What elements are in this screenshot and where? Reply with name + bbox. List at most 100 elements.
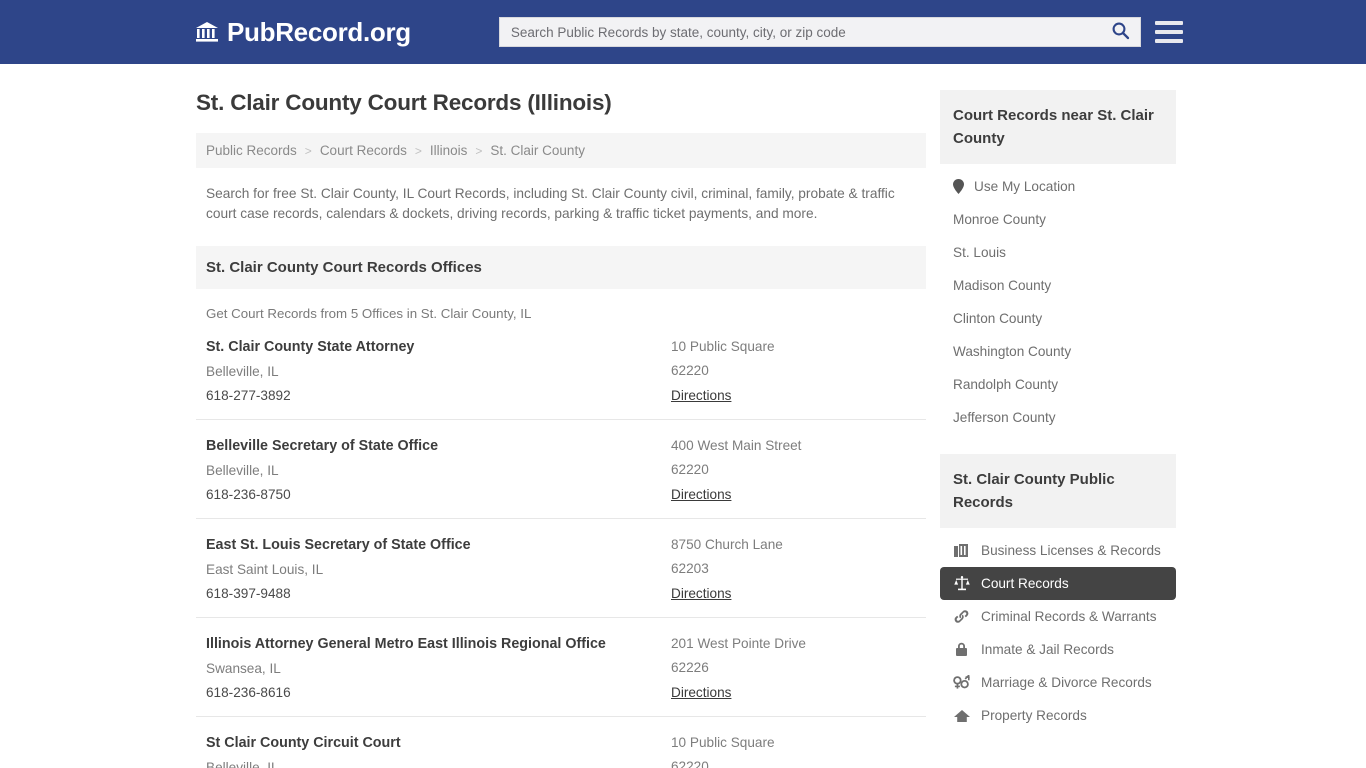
sidebar-item-label: Madison County [953,278,1051,293]
sidebar-item-label: Marriage & Divorce Records [981,675,1152,690]
search-box[interactable] [499,17,1141,47]
sidebar: Court Records near St. Clair County Use … [940,90,1176,768]
office-name[interactable]: East St. Louis Secretary of State Office [206,537,671,553]
sidebar-item-label: Property Records [981,708,1087,723]
office-city: Belleville, IL [206,760,671,768]
office-address: 10 Public Square [671,735,916,750]
breadcrumb-item-st-clair-county[interactable]: St. Clair County [490,143,585,158]
sidebar-item-monroe-county[interactable]: Monroe County [940,203,1176,236]
breadcrumb-item-illinois[interactable]: Illinois [430,143,468,158]
office-zip: 62226 [671,660,916,675]
office-zip: 62220 [671,462,916,477]
office-zip: 62220 [671,363,916,378]
sidebar-item-label: St. Louis [953,245,1006,260]
sidebar-item-randolph-county[interactable]: Randolph County [940,368,1176,401]
office-name[interactable]: St. Clair County State Attorney [206,339,671,355]
office-city: Belleville, IL [206,364,671,379]
briefcase-icon [953,543,970,558]
hamburger-bar [1155,39,1183,43]
sidebar-public-records-heading: St. Clair County Public Records [940,454,1176,528]
bank-icon [195,21,219,43]
office-zip: 62203 [671,561,916,576]
sidebar-item-label: Court Records [981,576,1069,591]
offices-subtitle: Get Court Records from 5 Offices in St. … [196,289,926,321]
office-name[interactable]: St Clair County Circuit Court [206,735,671,751]
office-phone[interactable]: 618-397-9488 [206,586,671,601]
directions-link[interactable]: Directions [671,685,731,700]
site-logo-text: PubRecord.org [227,17,411,48]
table-row: St. Clair County State Attorney Bellevil… [196,321,926,420]
directions-link[interactable]: Directions [671,487,731,502]
sidebar-item-jefferson-county[interactable]: Jefferson County [940,401,1176,434]
sidebar-item-court-records[interactable]: Court Records [940,567,1176,600]
breadcrumb-separator-icon: > [415,144,422,158]
intro-paragraph: Search for free St. Clair County, IL Cou… [196,168,922,224]
office-details: Belleville Secretary of State Office Bel… [206,438,671,504]
sidebar-item-madison-county[interactable]: Madison County [940,269,1176,302]
sidebar-item-business-licenses[interactable]: Business Licenses & Records [940,534,1176,567]
table-row: East St. Louis Secretary of State Office… [196,519,926,618]
office-details: St. Clair County State Attorney Bellevil… [206,339,671,405]
office-name[interactable]: Belleville Secretary of State Office [206,438,671,454]
hamburger-bar [1155,21,1183,25]
sidebar-item-label: Jefferson County [953,410,1056,425]
sidebar-public-records-list: Business Licenses & Records Court Record… [940,528,1176,732]
directions-link[interactable]: Directions [671,586,731,601]
location-pin-icon [953,179,964,194]
hamburger-menu-icon[interactable] [1155,21,1183,43]
sidebar-item-label: Randolph County [953,377,1058,392]
sidebar-item-use-my-location[interactable]: Use My Location [940,170,1176,203]
site-header: PubRecord.org [0,0,1366,64]
office-address: 201 West Pointe Drive [671,636,916,651]
directions-link[interactable]: Directions [671,388,731,403]
office-city: Swansea, IL [206,661,671,676]
page-body: St. Clair County Court Records (Illinois… [0,64,1366,768]
sidebar-near-heading: Court Records near St. Clair County [940,90,1176,164]
sidebar-item-washington-county[interactable]: Washington County [940,335,1176,368]
sidebar-item-label: Business Licenses & Records [981,543,1161,558]
office-address-block: 10 Public Square 62220 Directions [671,735,916,768]
sidebar-item-label: Criminal Records & Warrants [981,609,1157,624]
office-phone[interactable]: 618-277-3892 [206,388,671,403]
office-address: 10 Public Square [671,339,916,354]
office-details: St Clair County Circuit Court Belleville… [206,735,671,768]
sidebar-item-marriage-divorce-records[interactable]: Marriage & Divorce Records [940,666,1176,699]
sidebar-item-criminal-records[interactable]: Criminal Records & Warrants [940,600,1176,633]
sidebar-item-clinton-county[interactable]: Clinton County [940,302,1176,335]
office-name[interactable]: Illinois Attorney General Metro East Ill… [206,636,671,652]
search-icon [1111,21,1130,43]
sidebar-near-list: Use My Location Monroe County St. Louis … [940,164,1176,434]
sidebar-item-st-louis[interactable]: St. Louis [940,236,1176,269]
chain-link-icon [953,609,970,624]
sidebar-item-label: Use My Location [974,179,1075,194]
table-row: Belleville Secretary of State Office Bel… [196,420,926,519]
sidebar-item-inmate-jail-records[interactable]: Inmate & Jail Records [940,633,1176,666]
breadcrumb-item-public-records[interactable]: Public Records [206,143,297,158]
office-phone[interactable]: 618-236-8616 [206,685,671,700]
sidebar-item-property-records[interactable]: Property Records [940,699,1176,732]
office-address-block: 201 West Pointe Drive 62226 Directions [671,636,916,702]
gender-symbols-icon [953,675,970,690]
office-address-block: 8750 Church Lane 62203 Directions [671,537,916,603]
sidebar-item-label: Inmate & Jail Records [981,642,1114,657]
offices-list: St. Clair County State Attorney Bellevil… [196,321,926,768]
breadcrumb: Public Records > Court Records > Illinoi… [196,133,926,168]
search-button[interactable] [1109,21,1132,43]
office-address: 400 West Main Street [671,438,916,453]
breadcrumb-item-court-records[interactable]: Court Records [320,143,407,158]
office-details: Illinois Attorney General Metro East Ill… [206,636,671,702]
office-address-block: 400 West Main Street 62220 Directions [671,438,916,504]
office-phone[interactable]: 618-236-8750 [206,487,671,502]
breadcrumb-separator-icon: > [305,144,312,158]
house-icon [953,709,970,723]
table-row: Illinois Attorney General Metro East Ill… [196,618,926,717]
search-input[interactable] [511,25,1109,40]
sidebar-item-label: Monroe County [953,212,1046,227]
site-logo[interactable]: PubRecord.org [195,17,411,48]
breadcrumb-separator-icon: > [475,144,482,158]
page-title: St. Clair County Court Records (Illinois… [196,90,926,116]
office-city: East Saint Louis, IL [206,562,671,577]
table-row: St Clair County Circuit Court Belleville… [196,717,926,768]
main-content: St. Clair County Court Records (Illinois… [196,64,926,768]
office-zip: 62220 [671,759,916,768]
